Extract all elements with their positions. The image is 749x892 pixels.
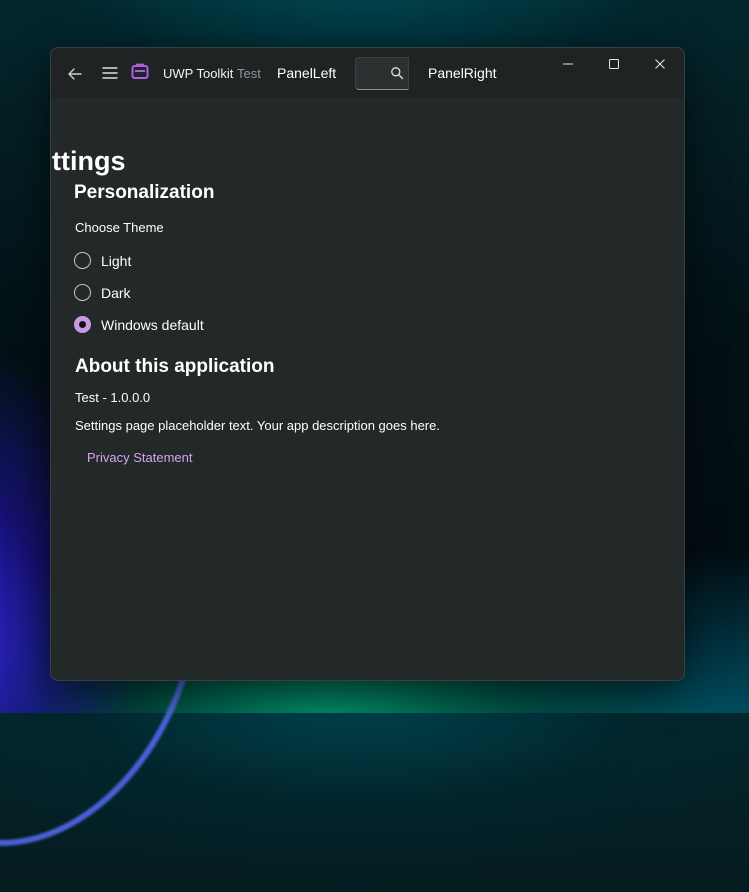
settings-page: ettings Personalization Choose Theme Lig… xyxy=(51,98,684,680)
app-title: UWP Toolkit xyxy=(163,66,234,81)
version-text: Test - 1.0.0.0 xyxy=(75,390,151,405)
close-button[interactable] xyxy=(637,48,683,80)
choose-theme-label: Choose Theme xyxy=(75,220,164,235)
app-description: Settings page placeholder text. Your app… xyxy=(75,418,440,433)
page-title: ettings xyxy=(51,146,126,176)
close-icon xyxy=(655,59,665,69)
app-icon xyxy=(131,62,149,80)
maximize-button[interactable] xyxy=(591,48,637,80)
panel-left[interactable]: PanelLeft xyxy=(277,65,336,81)
radio-circle[interactable] xyxy=(74,252,91,269)
hamburger-menu-button[interactable] xyxy=(101,65,119,81)
search-icon[interactable] xyxy=(390,66,404,80)
maximize-icon xyxy=(609,59,619,69)
theme-radio-windows-default[interactable]: Windows default xyxy=(74,316,204,333)
personalization-header: Personalization xyxy=(74,182,215,203)
app-window: UWP Toolkit Test PanelLeft PanelRight tt… xyxy=(50,47,685,681)
panel-right[interactable]: PanelRight xyxy=(428,65,497,81)
app-subtitle: Test xyxy=(237,66,261,81)
theme-radio-light[interactable]: Light xyxy=(74,252,131,269)
radio-label: Windows default xyxy=(101,316,204,333)
radio-circle-selected[interactable] xyxy=(74,316,91,333)
back-arrow-icon xyxy=(68,68,82,80)
search-input[interactable] xyxy=(355,57,409,90)
radio-label: Dark xyxy=(101,284,131,301)
title-bar[interactable]: UWP Toolkit Test PanelLeft PanelRight xyxy=(51,48,684,98)
minimize-button[interactable] xyxy=(545,48,591,80)
theme-radio-dark[interactable]: Dark xyxy=(74,284,131,301)
about-header: About this application xyxy=(75,356,275,377)
minimize-icon xyxy=(563,63,573,65)
hamburger-menu-icon xyxy=(102,67,118,79)
radio-label: Light xyxy=(101,252,132,269)
privacy-statement-link[interactable]: Privacy Statement xyxy=(87,450,193,465)
radio-circle[interactable] xyxy=(74,284,91,301)
back-button[interactable] xyxy=(65,64,85,84)
